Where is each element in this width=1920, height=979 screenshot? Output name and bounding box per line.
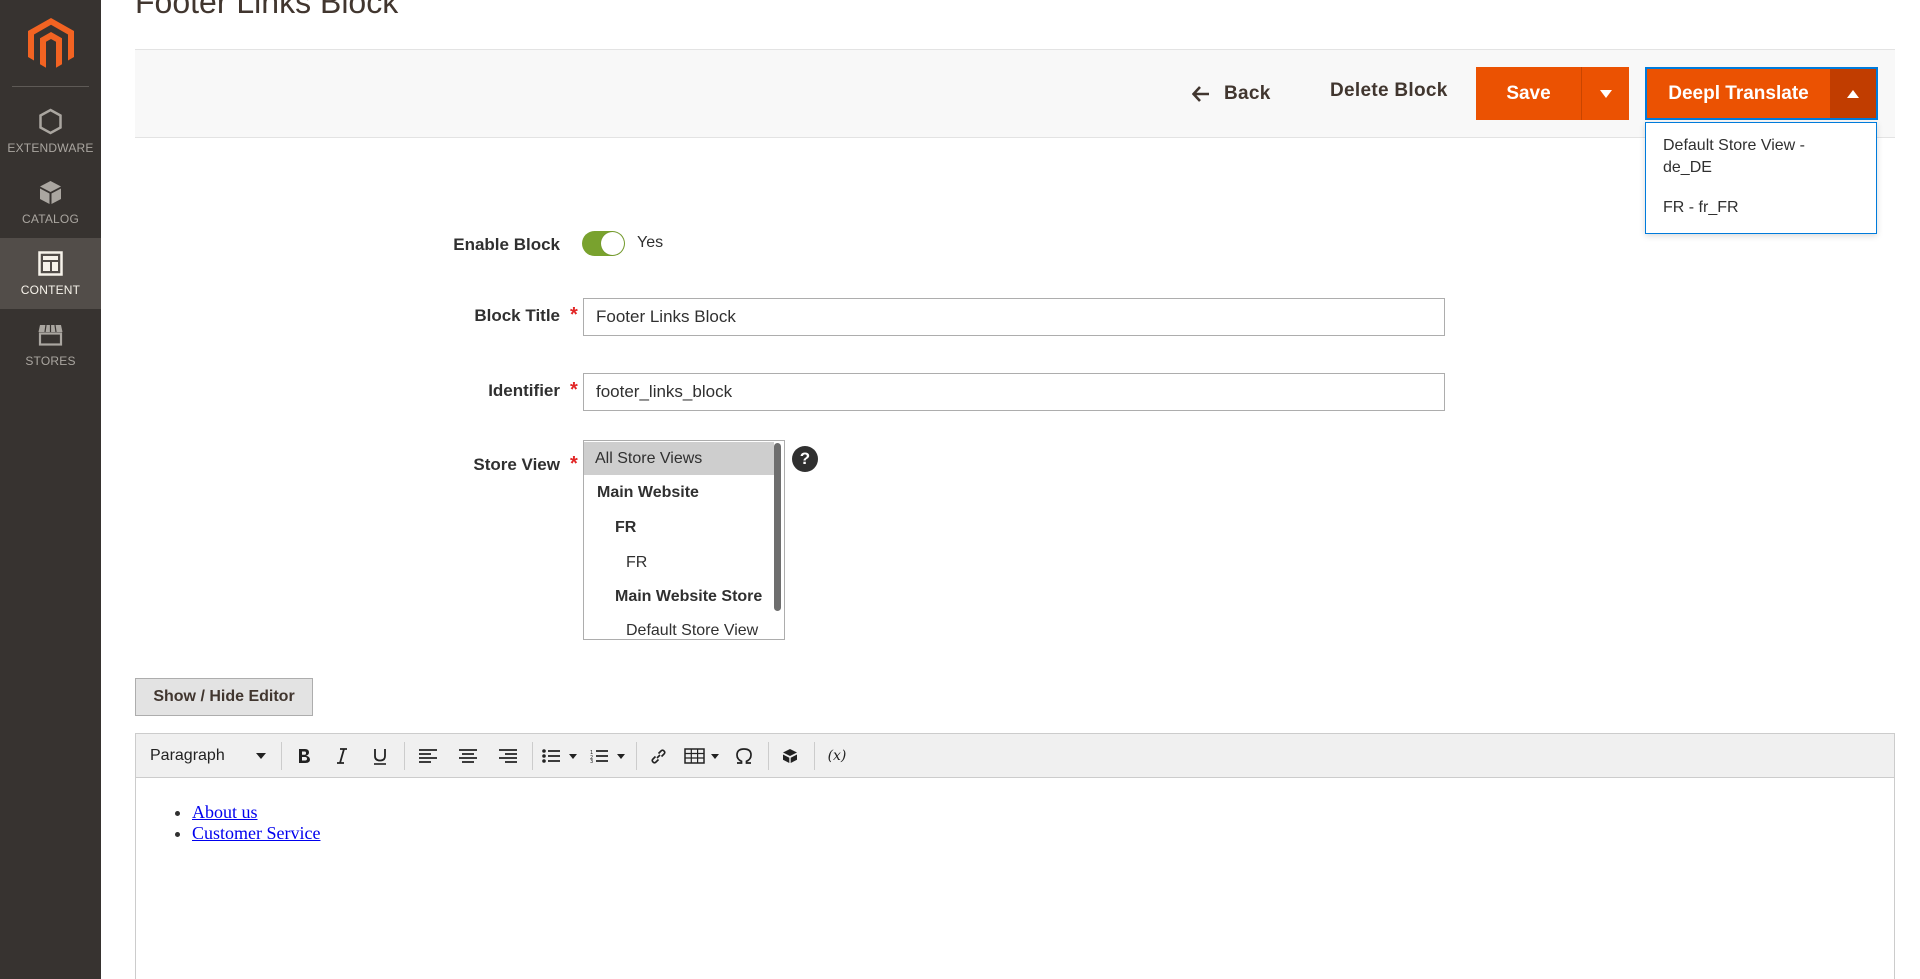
hexagon-icon <box>39 108 62 135</box>
italic-button[interactable] <box>326 742 358 770</box>
layout-icon <box>38 251 63 276</box>
save-button[interactable]: Save <box>1476 67 1582 120</box>
numbered-list-icon: 1 2 3 <box>590 750 625 763</box>
sidebar-item-label: STORES <box>25 354 76 368</box>
storefront-icon <box>38 324 63 346</box>
align-left-icon <box>419 749 437 763</box>
identifier-label: Identifier <box>488 381 560 400</box>
list-item: Customer Service <box>192 823 320 844</box>
store-option-website: Main Website <box>597 484 699 501</box>
store-option-all[interactable]: All Store Views <box>584 442 774 475</box>
store-view-multiselect[interactable]: All Store Views Main Website FR FR Main … <box>583 440 785 640</box>
block-title-label: Block Title <box>474 306 560 325</box>
delete-block-button[interactable]: Delete Block <box>1330 80 1448 102</box>
magento-logo[interactable] <box>28 18 74 70</box>
multiselect-scrollbar[interactable] <box>774 443 781 611</box>
identifier-input[interactable] <box>583 373 1445 411</box>
insert-link-button[interactable] <box>642 742 674 770</box>
deepl-menu-item-fr[interactable]: FR - fr_FR <box>1663 197 1739 219</box>
enable-block-value: Yes <box>637 234 664 251</box>
sidebar-item-catalog[interactable]: CATALOG <box>0 167 101 238</box>
table-icon <box>684 748 719 764</box>
header-actions <box>1730 0 1880 9</box>
back-button[interactable]: Back <box>1192 80 1271 108</box>
link-icon <box>650 748 666 764</box>
sidebar-item-extendware[interactable]: EXTENDWARE <box>0 96 101 167</box>
wysiwyg-editor: Paragraph 1 2 3 (x) • About us • Custome… <box>135 733 1895 979</box>
save-options-toggle[interactable] <box>1582 67 1629 120</box>
sidebar-item-content[interactable]: CONTENT <box>0 238 101 309</box>
chevron-down-icon <box>256 753 266 759</box>
box-icon <box>40 181 61 204</box>
special-character-button[interactable] <box>728 742 760 770</box>
admin-sidebar: EXTENDWARE CATALOG CONTENT STORES <box>0 0 101 979</box>
store-option-view-fr[interactable]: FR <box>584 546 774 579</box>
page-actions-bar <box>135 49 1895 138</box>
align-right-button[interactable] <box>492 742 524 770</box>
customer-service-link[interactable]: Customer Service <box>192 823 320 843</box>
editor-toolbar: Paragraph 1 2 3 (x) <box>136 734 1894 778</box>
editor-content[interactable]: About us Customer Service <box>136 778 1894 979</box>
omega-icon <box>736 748 752 764</box>
store-option-group-fr: FR <box>615 519 637 536</box>
svg-text:3: 3 <box>590 759 593 763</box>
required-marker: * <box>570 304 578 326</box>
caret-down-icon <box>1599 89 1612 98</box>
list-item: About us <box>192 802 320 823</box>
link-list: About us Customer Service <box>192 802 320 844</box>
italic-icon <box>337 748 347 764</box>
required-marker: * <box>570 453 578 475</box>
widget-icon <box>783 749 797 763</box>
about-us-link[interactable]: About us <box>192 802 258 822</box>
deepl-options-toggle[interactable] <box>1830 67 1878 120</box>
bullet-list-button[interactable] <box>538 742 582 770</box>
toolbar-separator <box>281 742 282 770</box>
numbered-list-button[interactable]: 1 2 3 <box>586 742 630 770</box>
page-title: Footer Links Block <box>135 0 399 20</box>
format-select[interactable]: Paragraph <box>144 742 274 770</box>
caret-up-icon <box>1847 89 1859 98</box>
sidebar-item-label: CONTENT <box>20 283 81 297</box>
insert-variable-button[interactable]: (x) <box>820 742 854 770</box>
store-option-view-default[interactable]: Default Store View <box>584 614 774 639</box>
align-right-icon <box>499 749 517 763</box>
align-left-button[interactable] <box>412 742 444 770</box>
header-icons <box>1730 0 1880 4</box>
deepl-menu-item-de[interactable]: Default Store View - de_DE <box>1663 135 1843 179</box>
align-center-button[interactable] <box>452 742 484 770</box>
underline-button[interactable] <box>364 742 396 770</box>
enable-block-toggle[interactable] <box>582 231 625 256</box>
sidebar-divider <box>12 86 89 87</box>
block-title-input[interactable] <box>583 298 1445 336</box>
bold-icon <box>299 749 310 763</box>
insert-widget-button[interactable] <box>774 742 806 770</box>
store-option-group-main: Main Website Store <box>615 588 763 605</box>
toolbar-separator <box>636 742 637 770</box>
sidebar-item-label: EXTENDWARE <box>7 141 94 155</box>
back-label: Back <box>1224 83 1271 104</box>
toolbar-separator <box>768 742 769 770</box>
underline-icon <box>374 748 386 765</box>
sidebar-item-label: CATALOG <box>22 212 79 226</box>
enable-block-label: Enable Block <box>453 235 560 254</box>
store-view-label: Store View <box>473 455 560 474</box>
toolbar-separator <box>532 742 533 770</box>
toolbar-separator <box>404 742 405 770</box>
deepl-translate-button[interactable]: Deepl Translate <box>1645 67 1830 120</box>
arrow-left-icon <box>1192 86 1209 102</box>
deepl-translate-menu: Default Store View - de_DE FR - fr_FR <box>1645 122 1877 234</box>
bullet-list-icon <box>542 749 577 763</box>
format-select-value: Paragraph <box>150 747 225 764</box>
help-icon[interactable]: ? <box>792 446 818 472</box>
show-hide-editor-button[interactable]: Show / Hide Editor <box>135 678 313 716</box>
toolbar-separator <box>814 742 815 770</box>
sidebar-item-stores[interactable]: STORES <box>0 309 101 380</box>
bold-button[interactable] <box>288 742 320 770</box>
insert-table-button[interactable] <box>680 742 724 770</box>
align-center-icon <box>459 749 477 763</box>
required-marker: * <box>570 379 578 401</box>
